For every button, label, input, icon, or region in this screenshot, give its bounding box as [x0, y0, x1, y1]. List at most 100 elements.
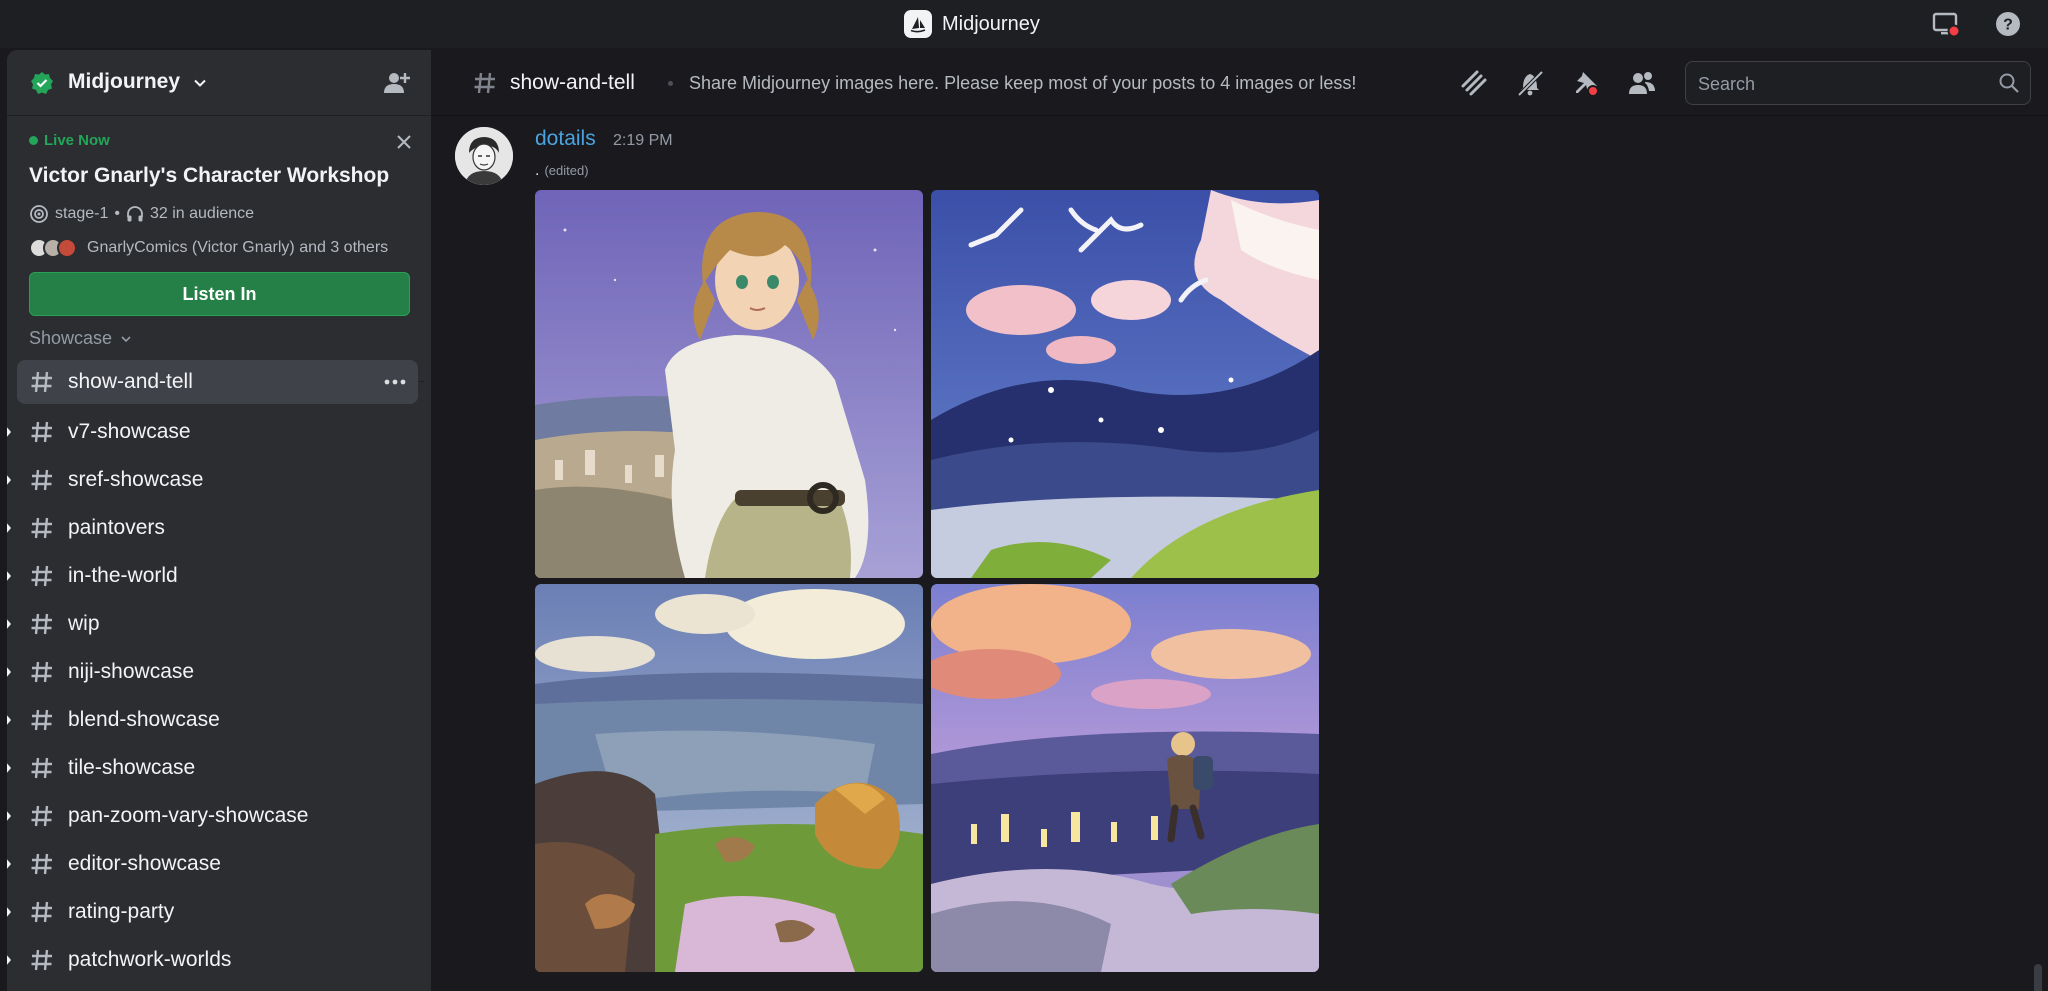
channel-name: tile-showcase	[68, 756, 196, 779]
channel-topic[interactable]: Share Midjourney images here. Please kee…	[689, 73, 1356, 94]
svg-text:?: ?	[2003, 17, 2013, 34]
app-name: Midjourney	[942, 12, 1040, 35]
channel-name: v7-showcase	[68, 420, 191, 443]
members-icon[interactable]	[1627, 68, 1657, 98]
hash-icon	[31, 565, 52, 587]
channel-pan-zoom-vary-showcase[interactable]: pan-zoom-vary-showcase	[7, 792, 431, 840]
attachment-image-birds-clouds[interactable]	[931, 190, 1319, 578]
threads-icon[interactable]	[1459, 68, 1489, 98]
message-list: dotails 2:19 PM . (edited)	[432, 117, 2048, 991]
meta-separator: •	[114, 205, 120, 222]
unread-indicator-icon	[7, 522, 11, 534]
hash-icon	[31, 613, 52, 635]
channel-sref-showcase[interactable]: sref-showcase	[7, 456, 431, 504]
live-event-meta: stage-1 • 32 in audience	[29, 204, 254, 224]
hash-icon	[31, 901, 52, 923]
server-header[interactable]: Midjourney	[7, 50, 431, 116]
channel-wip[interactable]: wip	[7, 600, 431, 648]
message-content: . (edited)	[535, 162, 589, 180]
hash-icon	[31, 805, 52, 827]
hash-icon	[31, 757, 52, 779]
title-bar: Midjourney ?	[0, 0, 2048, 48]
channel-show-and-tell[interactable]: show-and-tell	[17, 360, 418, 404]
channel-in-the-world[interactable]: in-the-world	[7, 552, 431, 600]
hash-icon	[31, 469, 52, 491]
speaker-avatars	[29, 238, 77, 258]
message-timestamp: 2:19 PM	[613, 132, 673, 149]
attachment-image-girl-portrait[interactable]	[535, 190, 923, 578]
unread-indicator-icon	[7, 618, 11, 630]
live-status: Live Now	[44, 132, 110, 149]
channel-name: in-the-world	[68, 564, 178, 587]
unread-indicator-icon	[7, 570, 11, 582]
speakers-text: GnarlyComics (Victor Gnarly) and 3 other…	[87, 239, 389, 256]
channel-editor-showcase[interactable]: editor-showcase	[7, 840, 431, 888]
channel-name: pan-zoom-vary-showcase	[68, 804, 309, 827]
search-placeholder: Search	[1698, 74, 1756, 94]
unread-indicator-icon	[7, 666, 11, 678]
hash-icon	[474, 72, 495, 94]
verified-server-badge-icon	[30, 71, 54, 95]
channel-name: editor-showcase	[68, 852, 221, 875]
stage-name: stage-1	[55, 205, 109, 222]
channel-name: sref-showcase	[68, 468, 204, 491]
avatar[interactable]	[455, 127, 513, 185]
hash-icon	[31, 709, 52, 731]
app-title: Midjourney	[904, 9, 1040, 39]
channel-header: show-and-tell Share Midjourney images he…	[432, 50, 2048, 116]
channel-niji-showcase[interactable]: niji-showcase	[7, 648, 431, 696]
channel-paintovers[interactable]: paintovers	[7, 504, 431, 552]
unread-indicator-icon	[7, 954, 11, 966]
hash-icon	[31, 853, 52, 875]
hash-icon	[31, 421, 52, 443]
channel-v7-showcase[interactable]: v7-showcase	[7, 408, 431, 456]
close-icon[interactable]	[393, 131, 415, 153]
midjourney-logo-icon	[904, 10, 932, 38]
search-input[interactable]: Search	[1685, 61, 2031, 105]
attachment-image-rocky-hillside[interactable]	[535, 584, 923, 972]
category-label: Showcase	[29, 328, 113, 348]
channel-name: wip	[68, 612, 100, 635]
channel-blend-showcase[interactable]: blend-showcase	[7, 696, 431, 744]
message-text: .	[535, 162, 540, 179]
channel-tile-showcase[interactable]: tile-showcase	[7, 744, 431, 792]
hash-icon	[31, 371, 52, 393]
edited-label: (edited)	[544, 163, 589, 178]
header-separator	[668, 81, 673, 86]
listen-in-button[interactable]: Listen In	[29, 272, 410, 316]
hash-icon	[31, 661, 52, 683]
channel-sidebar: Midjourney Live Now Victor Gnarly's Char…	[7, 50, 431, 991]
live-speakers: GnarlyComics (Victor Gnarly) and 3 other…	[29, 238, 388, 258]
invite-people-icon[interactable]	[383, 70, 411, 96]
pin-icon[interactable]	[1571, 68, 1601, 98]
channel-name: show-and-tell	[68, 370, 193, 393]
scrollbar-thumb[interactable]	[2034, 964, 2042, 991]
unread-indicator-icon	[7, 858, 11, 870]
more-options-icon[interactable]	[384, 378, 406, 386]
channel-title: show-and-tell	[510, 71, 635, 94]
message-author[interactable]: dotails	[535, 127, 596, 151]
unread-indicator-icon	[7, 474, 11, 486]
headphones-icon	[127, 206, 143, 222]
unread-indicator-icon	[7, 810, 11, 822]
help-icon[interactable]: ?	[1994, 10, 2022, 38]
channel-name: paintovers	[68, 516, 165, 539]
unread-indicator-icon	[7, 714, 11, 726]
screen-share-icon[interactable]	[1932, 10, 1961, 38]
channel-name: rating-party	[68, 900, 175, 923]
image-gallery	[535, 190, 1319, 976]
chevron-down-icon	[193, 76, 207, 90]
hash-icon	[31, 949, 52, 971]
audience-count: 32 in audience	[149, 205, 255, 222]
channel-list: show-and-tell v7-showcase sref-showcase …	[7, 360, 431, 984]
unread-indicator-icon	[7, 906, 11, 918]
server-name: Midjourney	[68, 70, 181, 93]
unread-indicator-icon	[7, 426, 11, 438]
mute-icon[interactable]	[1515, 68, 1545, 98]
channel-rating-party[interactable]: rating-party	[7, 888, 431, 936]
category-showcase[interactable]: Showcase	[29, 328, 132, 349]
live-now-badge: Live Now	[29, 132, 110, 149]
channel-patchwork-worlds[interactable]: patchwork-worlds	[7, 936, 431, 984]
attachment-image-hiker-dusk[interactable]	[931, 584, 1319, 972]
speaker-avatar	[57, 238, 77, 258]
